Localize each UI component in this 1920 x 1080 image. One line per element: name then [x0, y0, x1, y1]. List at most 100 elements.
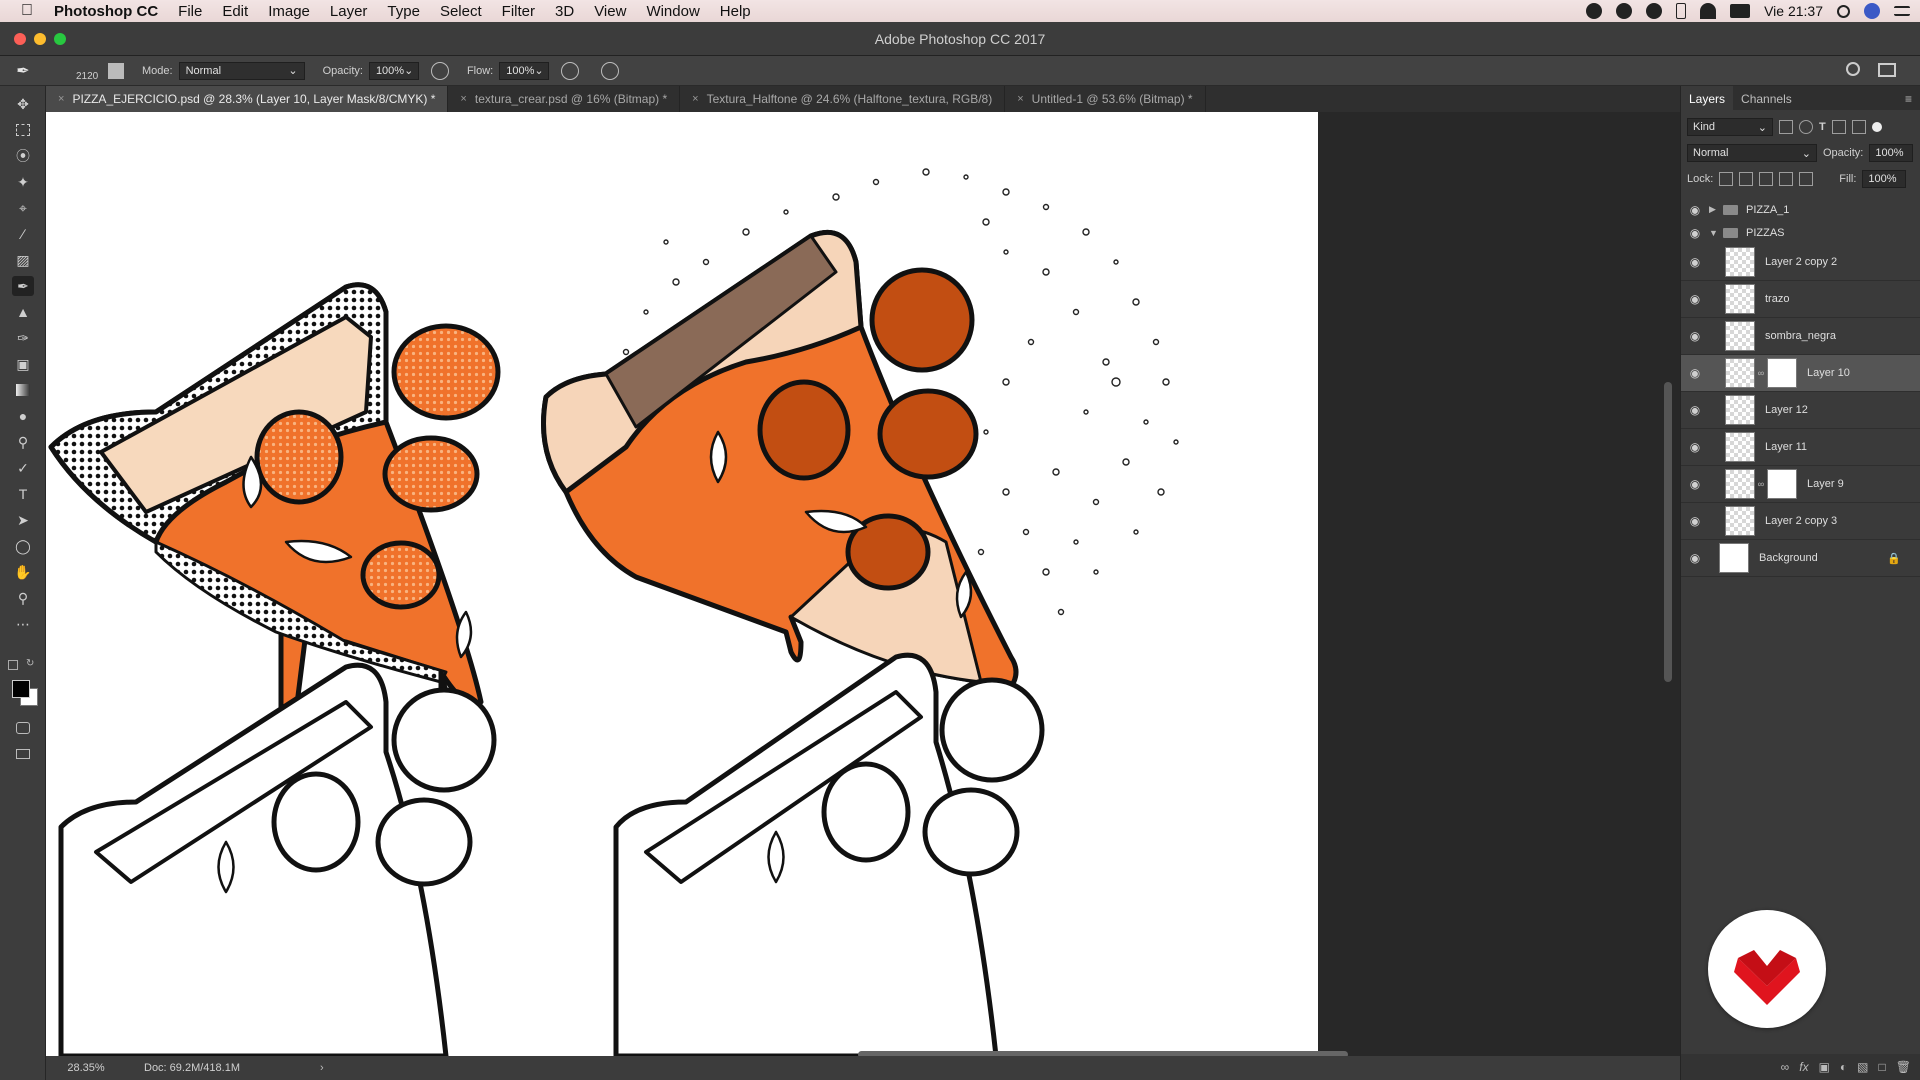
tab-channels[interactable]: Channels: [1733, 86, 1800, 110]
layer-item[interactable]: ◉ Layer 11: [1681, 429, 1920, 466]
new-group-icon[interactable]: ▧: [1857, 1060, 1868, 1074]
pressure-opacity-icon[interactable]: [430, 61, 449, 80]
tab-textura-crear[interactable]: × textura_crear.psd @ 16% (Bitmap) *: [448, 86, 681, 112]
visibility-eye-icon[interactable]: ◉: [1681, 203, 1709, 217]
help-circle-icon[interactable]: [1616, 3, 1633, 19]
layer-mask-thumbnail[interactable]: [1767, 469, 1797, 499]
workspace-switcher-icon[interactable]: [1878, 63, 1896, 77]
visibility-eye-icon[interactable]: ◉: [1681, 403, 1709, 417]
eraser-tool-icon[interactable]: ▣: [12, 354, 34, 374]
layer-group-pizzas[interactable]: ◉ ▼ PIZZAS: [1681, 221, 1920, 244]
menu-file[interactable]: File: [178, 3, 202, 20]
visibility-eye-icon[interactable]: ◉: [1681, 255, 1709, 269]
menu-filter[interactable]: Filter: [502, 3, 535, 20]
eyedropper-tool-icon[interactable]: ∕: [12, 224, 34, 244]
visibility-eye-icon[interactable]: ◉: [1681, 292, 1709, 306]
filter-kind-select[interactable]: Kind ⌄: [1687, 118, 1773, 136]
foreground-color-swatch[interactable]: [12, 680, 30, 698]
visibility-eye-icon[interactable]: ◉: [1681, 440, 1709, 454]
wifi-icon[interactable]: [1700, 3, 1717, 19]
more-tools-icon[interactable]: ⋯: [12, 614, 34, 634]
layer-item[interactable]: ◉ sombra_negra: [1681, 318, 1920, 355]
apple-icon[interactable]: : [0, 2, 54, 20]
layer-opacity-field[interactable]: 100%: [1869, 144, 1914, 162]
magic-wand-tool-icon[interactable]: ✦: [12, 172, 34, 192]
filter-type-icon[interactable]: T: [1819, 121, 1826, 133]
hand-tool-icon[interactable]: ✋: [12, 562, 34, 582]
opacity-field[interactable]: 100% ⌄: [368, 61, 419, 80]
siri-icon[interactable]: [1864, 3, 1880, 19]
document-canvas[interactable]: [46, 112, 1318, 1056]
menu-view[interactable]: View: [594, 3, 626, 20]
tab-layers[interactable]: Layers: [1681, 86, 1734, 110]
brush-panel-toggle-icon[interactable]: [108, 62, 124, 79]
brush-tool-icon[interactable]: ✒: [12, 276, 34, 296]
close-tab-icon[interactable]: ×: [1017, 93, 1023, 105]
layer-item-selected[interactable]: ◉ ∞ Layer 10: [1681, 355, 1920, 392]
vertical-scrollbar[interactable]: [1664, 382, 1672, 682]
close-tab-icon[interactable]: ×: [692, 93, 698, 105]
collapse-group-icon[interactable]: ▼: [1709, 228, 1723, 238]
lock-image-pixels-icon[interactable]: [1739, 172, 1754, 186]
quick-mask-icon[interactable]: [12, 718, 34, 738]
filter-toggle-icon[interactable]: [1871, 122, 1882, 132]
new-layer-icon[interactable]: □: [1879, 1060, 1886, 1074]
visibility-eye-icon[interactable]: ◉: [1681, 329, 1709, 343]
menu-edit[interactable]: Edit: [222, 3, 248, 20]
history-brush-tool-icon[interactable]: ✑: [12, 328, 34, 348]
crop-tool-icon[interactable]: ⌖: [12, 198, 34, 218]
zoom-level[interactable]: 28.35%: [46, 1062, 126, 1074]
close-tab-icon[interactable]: ×: [460, 93, 466, 105]
filter-pixel-icon[interactable]: [1779, 120, 1793, 134]
blend-mode-select[interactable]: Normal ⌄: [1687, 144, 1817, 162]
tab-untitled-1[interactable]: × Untitled-1 @ 53.6% (Bitmap) *: [1005, 86, 1206, 112]
filter-adjustment-icon[interactable]: [1799, 120, 1813, 134]
menu-layer[interactable]: Layer: [330, 3, 368, 20]
bluetooth-icon[interactable]: [1676, 3, 1687, 19]
screen-mode-icon[interactable]: [12, 744, 34, 764]
add-layer-style-icon[interactable]: fx: [1799, 1060, 1808, 1074]
visibility-eye-icon[interactable]: ◉: [1681, 477, 1709, 491]
swap-colors-icon[interactable]: ↻: [26, 658, 34, 669]
mode-select[interactable]: Normal ⌄: [178, 61, 305, 80]
lock-artboard-icon[interactable]: [1779, 172, 1794, 186]
delete-layer-icon[interactable]: 🗑: [1896, 1060, 1911, 1074]
status-menu-arrow-icon[interactable]: ›: [320, 1062, 324, 1074]
lasso-tool-icon[interactable]: ⦿: [12, 146, 34, 166]
add-mask-icon[interactable]: ▣: [1819, 1060, 1830, 1074]
ellipse-tool-icon[interactable]: ◯: [12, 536, 34, 556]
layer-mask-thumbnail[interactable]: [1767, 358, 1797, 388]
dodge-tool-icon[interactable]: ⚲: [12, 432, 34, 452]
fill-field[interactable]: 100%: [1862, 170, 1907, 188]
move-tool-icon[interactable]: ✥: [12, 94, 34, 114]
brush-tool-preset-icon[interactable]: ✒: [0, 61, 46, 81]
search-icon[interactable]: [1846, 62, 1860, 76]
airbrush-icon[interactable]: [561, 61, 580, 80]
lock-transparent-pixels-icon[interactable]: [1719, 172, 1734, 186]
filter-smart-object-icon[interactable]: [1851, 120, 1866, 134]
default-colors-icon[interactable]: [8, 660, 18, 670]
menu-app-name[interactable]: Photoshop CC: [54, 3, 158, 20]
lock-all-icon[interactable]: [1799, 172, 1814, 186]
filter-shape-icon[interactable]: [1831, 120, 1846, 134]
visibility-eye-icon[interactable]: ◉: [1681, 226, 1709, 240]
gradient-tool-icon[interactable]: [12, 380, 34, 400]
pen-tool-icon[interactable]: ✓: [12, 458, 34, 478]
zoom-tool-icon[interactable]: ⚲: [12, 588, 34, 608]
menu-help[interactable]: Help: [720, 3, 751, 20]
layer-group-pizza-1[interactable]: ◉ ▶ PIZZA_1: [1681, 198, 1920, 221]
panel-menu-icon[interactable]: ≡: [1897, 86, 1920, 110]
flow-field[interactable]: 100% ⌄: [499, 61, 550, 80]
blur-tool-icon[interactable]: ●: [12, 406, 34, 426]
marquee-tool-icon[interactable]: [12, 120, 34, 140]
tab-textura-halftone[interactable]: × Textura_Halftone @ 24.6% (Halftone_tex…: [680, 86, 1006, 112]
cloud-icon[interactable]: [1646, 3, 1663, 19]
layer-item-background[interactable]: ◉ Background 🔒: [1681, 540, 1920, 577]
menu-image[interactable]: Image: [268, 3, 310, 20]
layer-item[interactable]: ◉ Layer 2 copy 2: [1681, 244, 1920, 281]
mask-link-icon[interactable]: ∞: [1755, 368, 1767, 378]
record-icon[interactable]: [1586, 3, 1603, 19]
brush-size-picker[interactable]: 2120: [46, 56, 98, 86]
layer-item[interactable]: ◉ Layer 12: [1681, 392, 1920, 429]
layer-item[interactable]: ◉ Layer 2 copy 3: [1681, 503, 1920, 540]
